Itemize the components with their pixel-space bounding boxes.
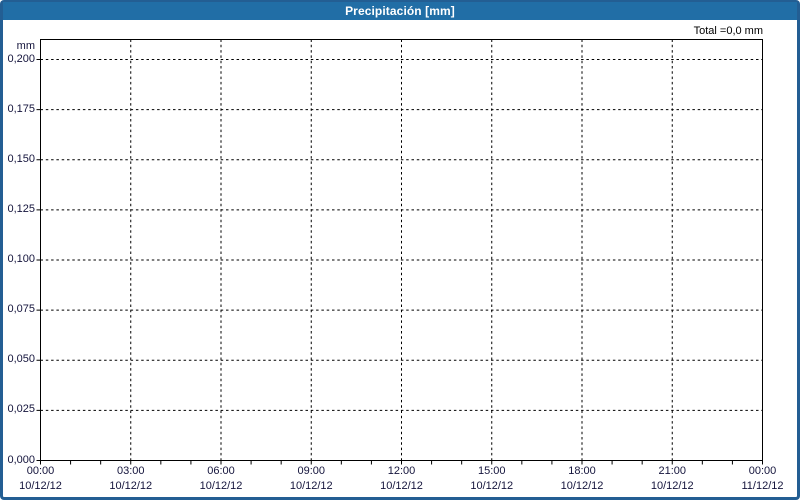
y-tick-label: 0,125 <box>7 202 35 215</box>
x-tick-date: 10/12/12 <box>19 480 62 492</box>
y-tick-label: 0,150 <box>7 152 35 165</box>
y-tick-label: 0,075 <box>7 303 35 316</box>
x-tick-time: 18:00 <box>568 465 596 477</box>
x-tick-time: 12:00 <box>387 465 416 477</box>
x-tick-time: 00:00 <box>748 465 777 477</box>
y-tick-label: 0,025 <box>7 403 35 416</box>
x-tick-time: 06:00 <box>207 465 235 477</box>
x-tick-date: 10/12/12 <box>109 480 153 492</box>
precipitation-chart-window: Precipitación [mm] Total =0,0 mm mm 0,20… <box>0 0 800 500</box>
x-tick-date: 11/12/12 <box>741 480 784 492</box>
x-tick-date: 10/12/12 <box>289 480 333 492</box>
x-tick-time: 21:00 <box>658 465 687 477</box>
x-tick-date: 10/12/12 <box>199 480 243 492</box>
x-tick-time: 15:00 <box>477 465 506 477</box>
y-tick-label: 0,100 <box>7 253 35 265</box>
plot-grid <box>36 39 763 465</box>
y-tick-label: 0,050 <box>7 353 35 366</box>
x-tick-date: 10/12/12 <box>560 480 604 492</box>
y-tick-label: 0,175 <box>7 102 35 115</box>
x-tick-date: 10/12/12 <box>650 480 694 492</box>
y-tick-label: 0,200 <box>7 52 35 65</box>
x-tick-date: 10/12/12 <box>380 480 423 492</box>
x-tick-date: 10/12/12 <box>470 480 514 492</box>
x-tick-time: 03:00 <box>116 465 145 477</box>
x-tick-time: 00:00 <box>26 465 55 477</box>
x-tick-time: 09:00 <box>297 465 326 477</box>
